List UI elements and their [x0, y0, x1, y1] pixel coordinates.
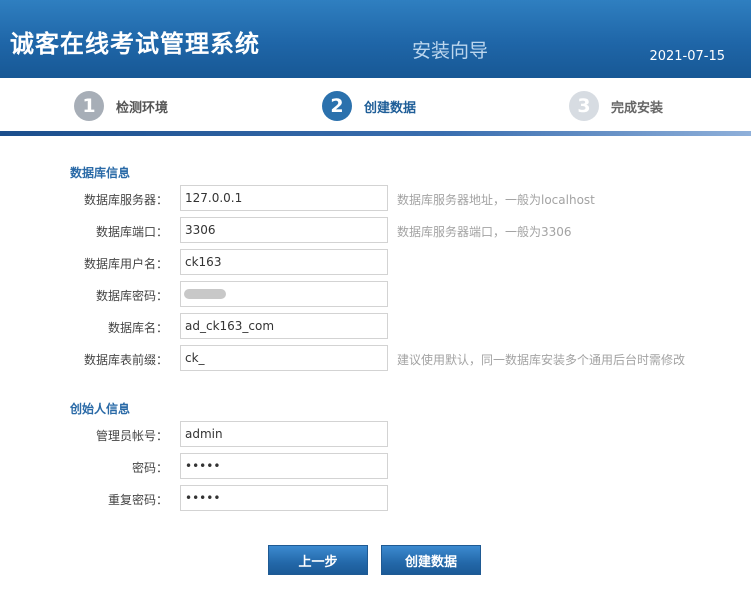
step-label: 检测环境 [116, 100, 169, 116]
admin-account-input[interactable] [180, 421, 388, 447]
form-row-db-prefix: 数据库表前缀： 建议使用默认，同一数据库安装多个通用后台时需修改 [0, 345, 751, 371]
app-header: 诚客在线考试管理系统 安装向导 2021-07-15 [0, 0, 751, 78]
db-server-label: 数据库服务器： [83, 193, 168, 207]
step-number-badge: 1 [74, 91, 104, 121]
db-name-label: 数据库名： [107, 321, 168, 335]
step-number-badge: 2 [322, 91, 352, 121]
repeat-password-label: 重复密码： [107, 493, 168, 507]
blurred-password-value [184, 289, 226, 299]
db-user-label: 数据库用户名： [83, 257, 168, 271]
db-port-label: 数据库端口： [95, 225, 168, 239]
previous-step-button[interactable]: 上一步 [268, 545, 368, 575]
step-finish-install: 3 完成安装 [569, 91, 663, 121]
form-row-repeat-password: 重复密码： [0, 485, 751, 511]
step-indicator: 1 检测环境 2 创建数据 3 完成安装 [0, 78, 751, 132]
progress-bar [0, 131, 751, 136]
wizard-title: 安装向导 [412, 40, 489, 62]
form-row-db-user: 数据库用户名： [0, 249, 751, 275]
admin-password-label: 密码： [131, 461, 168, 475]
form-row-admin-account: 管理员帐号： [0, 421, 751, 447]
form-row-admin-password: 密码： [0, 453, 751, 479]
step-create-data: 2 创建数据 [322, 91, 416, 121]
section-title-founder: 创始人信息 [70, 402, 131, 416]
app-title: 诚客在线考试管理系统 [10, 30, 260, 58]
section-title-database: 数据库信息 [70, 166, 131, 180]
db-prefix-tip: 建议使用默认，同一数据库安装多个通用后台时需修改 [397, 353, 686, 367]
step-label: 完成安装 [611, 100, 664, 116]
step-number-badge: 3 [569, 91, 599, 121]
db-server-tip: 数据库服务器地址，一般为localhost [397, 193, 595, 207]
repeat-password-input[interactable] [180, 485, 388, 511]
step-check-environment: 1 检测环境 [74, 91, 168, 121]
header-date: 2021-07-15 [649, 49, 725, 64]
db-server-input[interactable] [180, 185, 388, 211]
create-data-button[interactable]: 创建数据 [381, 545, 481, 575]
form-row-db-server: 数据库服务器： 数据库服务器地址，一般为localhost [0, 185, 751, 211]
db-user-input[interactable] [180, 249, 388, 275]
db-port-tip: 数据库服务器端口，一般为3306 [397, 225, 572, 239]
db-port-input[interactable] [180, 217, 388, 243]
form-row-db-port: 数据库端口： 数据库服务器端口，一般为3306 [0, 217, 751, 243]
db-password-label: 数据库密码： [95, 289, 168, 303]
db-name-input[interactable] [180, 313, 388, 339]
form-row-db-name: 数据库名： [0, 313, 751, 339]
step-label: 创建数据 [364, 100, 417, 116]
admin-password-input[interactable] [180, 453, 388, 479]
db-prefix-label: 数据库表前缀： [83, 353, 168, 367]
db-prefix-input[interactable] [180, 345, 388, 371]
form-row-db-password: 数据库密码： [0, 281, 751, 307]
admin-account-label: 管理员帐号： [95, 429, 168, 443]
